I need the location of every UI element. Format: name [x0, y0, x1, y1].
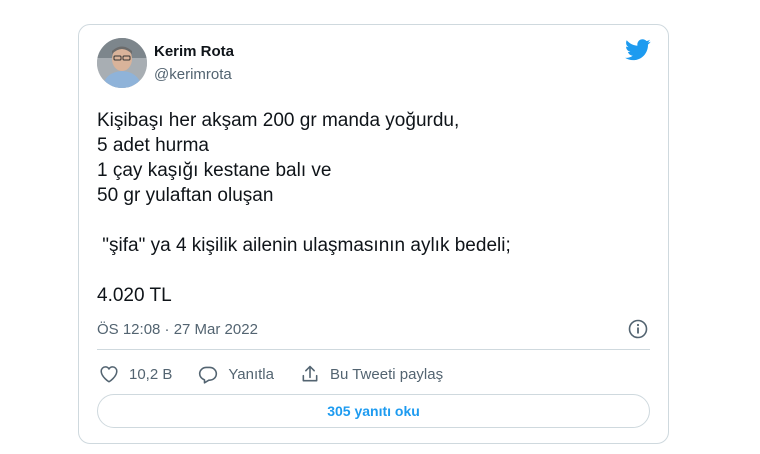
tweet-line: 1 çay kaşığı kestane balı ve [97, 160, 332, 181]
share-button[interactable]: Bu Tweeti paylaş [300, 364, 443, 384]
tweet-line: 50 gr yulaftan oluşan [97, 185, 274, 206]
like-button[interactable]: 10,2 B [99, 365, 172, 383]
info-icon[interactable] [628, 319, 648, 339]
tweet-text: Kişibaşı her akşam 200 gr manda yoğurdu,… [97, 108, 637, 308]
tweet-line [97, 208, 637, 233]
tweet-card: Kerim Rota @kerimrota Kişibaşı her akşam… [78, 24, 669, 444]
share-icon [302, 365, 318, 382]
reply-bubble-icon [199, 366, 218, 384]
share-label: Bu Tweeti paylaş [329, 365, 444, 383]
like-count: 10,2 B [129, 365, 173, 383]
author-handle[interactable]: @kerimrota [154, 66, 232, 83]
author-name[interactable]: Kerim Rota [154, 43, 234, 60]
tweet-line: 5 adet hurma [97, 135, 209, 156]
twitter-logo-icon[interactable] [625, 39, 651, 61]
avatar[interactable] [97, 38, 147, 88]
tweet-line: 4.020 TL [97, 285, 172, 306]
tweet-timestamp[interactable]: ÖS 12:08 · 27 Mar 2022 [97, 321, 258, 338]
heart-icon [100, 366, 118, 383]
tweet-line [97, 258, 637, 283]
reply-label: Yanıtla [228, 365, 274, 383]
reply-button[interactable]: Yanıtla [198, 365, 274, 384]
divider [97, 349, 650, 350]
tweet-line: Kişibaşı her akşam 200 gr manda yoğurdu, [97, 110, 460, 131]
action-bar: 10,2 B Yanıtla Bu Tweeti paylaş [99, 362, 469, 386]
read-replies-button[interactable]: 305 yanıtı oku [97, 394, 650, 428]
tweet-line: "şifa" ya 4 kişilik ailenin ulaşmasının … [97, 235, 511, 256]
